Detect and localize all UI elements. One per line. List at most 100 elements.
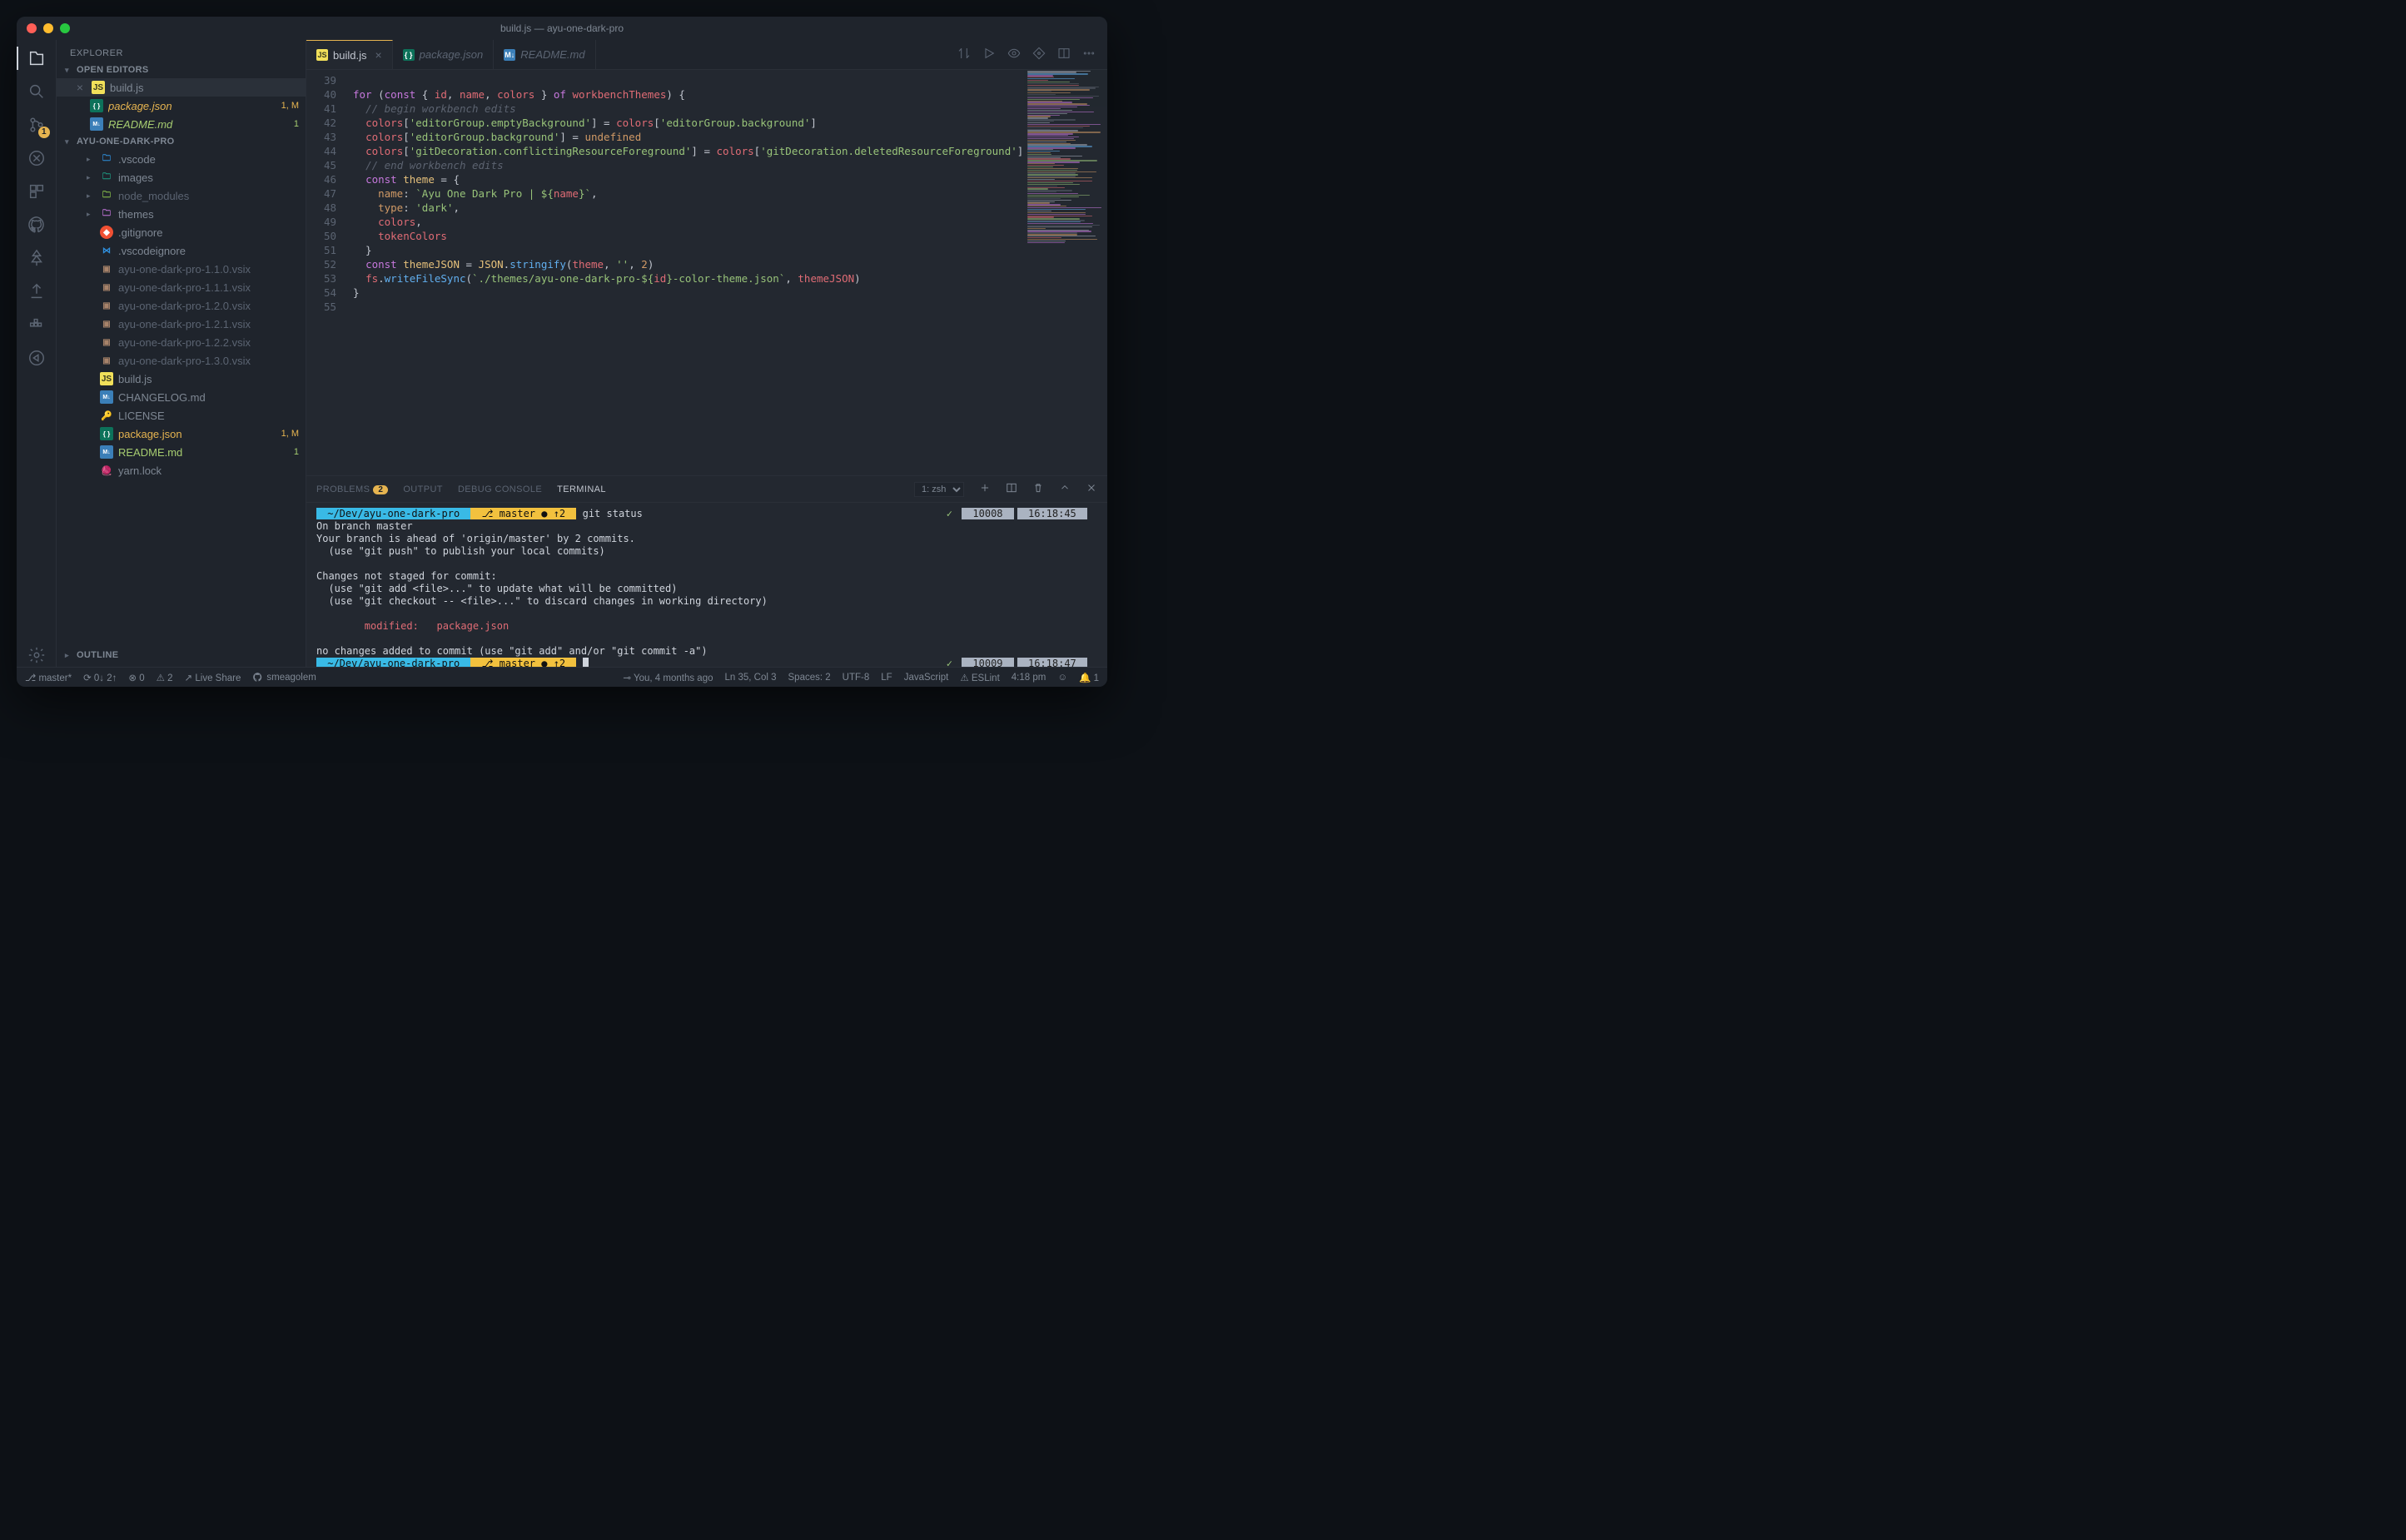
project-header[interactable]: ▾AYU-ONE-DARK-PRO (57, 133, 306, 150)
search-icon[interactable] (25, 80, 48, 103)
editor-tab[interactable]: JSbuild.js× (306, 40, 393, 69)
tree-label: node_modules (118, 190, 299, 202)
status-branch[interactable]: ⎇ master* (25, 672, 72, 683)
problems-tab[interactable]: PROBLEMS2 (316, 484, 388, 494)
tree-label: images (118, 171, 299, 184)
file-item[interactable]: 🧶 yarn.lock (57, 461, 306, 479)
terminal-content[interactable]: ~/Dev/ayu-one-dark-pro ⎇ master ● ↑2 git… (306, 503, 1107, 667)
status-language[interactable]: JavaScript (904, 673, 949, 683)
share-icon[interactable] (25, 280, 48, 303)
folder-item[interactable]: ▸🗀.vscode (57, 150, 306, 168)
kill-terminal-icon[interactable] (1032, 482, 1044, 496)
tree-icon[interactable] (25, 246, 48, 270)
vs-icon: ⋈ (100, 244, 113, 257)
editor-tab[interactable]: M↓README.md (494, 40, 595, 69)
status-github[interactable]: smeagolem (252, 672, 316, 683)
output-tab[interactable]: OUTPUT (403, 484, 443, 494)
vscode-window: build.js — ayu-one-dark-pro 1 EXPLORER ▾… (17, 17, 1107, 687)
status-indent[interactable]: Spaces: 2 (788, 673, 831, 683)
split-terminal-icon[interactable] (1006, 482, 1017, 496)
lic-icon: 🔑 (100, 409, 113, 422)
github-icon[interactable] (25, 213, 48, 236)
source-control-icon[interactable]: 1 (25, 113, 48, 137)
json-icon: { } (90, 99, 103, 112)
minimap[interactable] (1024, 70, 1107, 475)
file-item[interactable]: ⋈ .vscodeignore (57, 241, 306, 260)
git-icon: ◆ (100, 226, 113, 239)
yarn-icon: 🧶 (100, 464, 113, 477)
status-sync[interactable]: ⟳ 0↓ 2↑ (83, 672, 117, 683)
tree-label: CHANGELOG.md (118, 391, 299, 404)
tree-label: yarn.lock (118, 464, 299, 477)
file-item[interactable]: { }package.json1, M (57, 425, 306, 443)
file-item[interactable]: ▣ayu-one-dark-pro-1.1.1.vsix (57, 278, 306, 296)
git-icon[interactable] (1032, 47, 1046, 62)
extensions-icon[interactable] (25, 180, 48, 203)
status-warnings[interactable]: ⚠ 2 (157, 672, 173, 683)
file-item[interactable]: ▣ayu-one-dark-pro-1.1.0.vsix (57, 260, 306, 278)
open-editor-item[interactable]: M↓README.md1 (57, 115, 306, 133)
tree-label: build.js (118, 373, 299, 385)
run-icon[interactable] (982, 47, 996, 62)
file-item[interactable]: ▣ayu-one-dark-pro-1.2.1.vsix (57, 315, 306, 333)
open-editors-header[interactable]: ▾OPEN EDITORS (57, 62, 306, 78)
file-item[interactable]: ▣ayu-one-dark-pro-1.2.2.vsix (57, 333, 306, 351)
debug-console-tab[interactable]: DEBUG CONSOLE (458, 484, 542, 494)
split-editor-icon[interactable] (1057, 47, 1071, 62)
editor-tab[interactable]: { }package.json (393, 40, 495, 69)
status-live-share[interactable]: ↗ Live Share (185, 672, 241, 683)
folder-item[interactable]: ▸🗀node_modules (57, 186, 306, 205)
terminal-select[interactable]: 1: zsh (914, 482, 964, 497)
open-editor-item[interactable]: ×JSbuild.js (57, 78, 306, 97)
editor-group: JSbuild.js×{ }package.jsonM↓README.md 39… (306, 40, 1107, 667)
status-eslint[interactable]: ⚠ ESLint (960, 672, 999, 683)
close-icon[interactable]: × (75, 81, 85, 94)
terminal-tab[interactable]: TERMINAL (557, 484, 606, 494)
folder-item[interactable]: ▸🗀images (57, 168, 306, 186)
file-item[interactable]: M↓README.md1 (57, 443, 306, 461)
compare-icon[interactable] (957, 47, 971, 62)
settings-gear-icon[interactable] (25, 643, 48, 667)
status-notifications[interactable]: 🔔 1 (1079, 672, 1099, 683)
more-icon[interactable] (1082, 47, 1096, 62)
file-item[interactable]: JSbuild.js (57, 370, 306, 388)
file-item[interactable]: M↓CHANGELOG.md (57, 388, 306, 406)
outline-header[interactable]: ▸OUTLINE (57, 647, 306, 667)
explorer-sidebar: EXPLORER ▾OPEN EDITORS ×JSbuild.js{ }pac… (57, 40, 306, 667)
status-errors[interactable]: ⊗ 0 (128, 672, 144, 683)
status-position[interactable]: Ln 35, Col 3 (725, 673, 777, 683)
file-item[interactable]: ◆.gitignore (57, 223, 306, 241)
tree-label: .vscodeignore (118, 245, 299, 257)
new-terminal-icon[interactable] (979, 482, 991, 496)
status-bar: ⎇ master* ⟳ 0↓ 2↑ ⊗ 0 ⚠ 2 ↗ Live Share s… (17, 667, 1107, 687)
explorer-icon[interactable] (25, 47, 48, 70)
tab-close-icon[interactable]: × (375, 48, 381, 62)
preview-icon[interactable] (1007, 47, 1021, 62)
line-gutter: 3940414243444546474849505152535455 (306, 70, 346, 475)
bottom-panel: PROBLEMS2 OUTPUT DEBUG CONSOLE TERMINAL … (306, 475, 1107, 667)
problems-count: 2 (373, 485, 388, 494)
titlebar: build.js — ayu-one-dark-pro (17, 17, 1107, 40)
js-icon: JS (92, 81, 105, 94)
file-item[interactable]: ▣ayu-one-dark-pro-1.2.0.vsix (57, 296, 306, 315)
pkg-icon: ▣ (100, 281, 113, 294)
file-item[interactable]: ▣ayu-one-dark-pro-1.3.0.vsix (57, 351, 306, 370)
tree-label: ayu-one-dark-pro-1.1.0.vsix (118, 263, 299, 276)
circle-icon[interactable] (25, 346, 48, 370)
status-blame[interactable]: ⊸ You, 4 months ago (623, 672, 713, 683)
close-panel-icon[interactable] (1086, 482, 1097, 496)
status-feedback-icon[interactable]: ☺ (1057, 673, 1067, 683)
status-eol[interactable]: LF (881, 673, 892, 683)
tree-label: .vscode (118, 153, 299, 166)
status-encoding[interactable]: UTF-8 (843, 673, 870, 683)
debug-icon[interactable] (25, 147, 48, 170)
maximize-panel-icon[interactable] (1059, 482, 1071, 496)
file-item[interactable]: 🔑LICENSE (57, 406, 306, 425)
code-editor[interactable]: 3940414243444546474849505152535455 for (… (306, 70, 1107, 475)
tree-label: ayu-one-dark-pro-1.2.1.vsix (118, 318, 299, 330)
open-editor-item[interactable]: { }package.json1, M (57, 97, 306, 115)
pkg-icon: ▣ (100, 335, 113, 349)
docker-icon[interactable] (25, 313, 48, 336)
tree-label: themes (118, 208, 299, 221)
folder-item[interactable]: ▸🗀themes (57, 205, 306, 223)
